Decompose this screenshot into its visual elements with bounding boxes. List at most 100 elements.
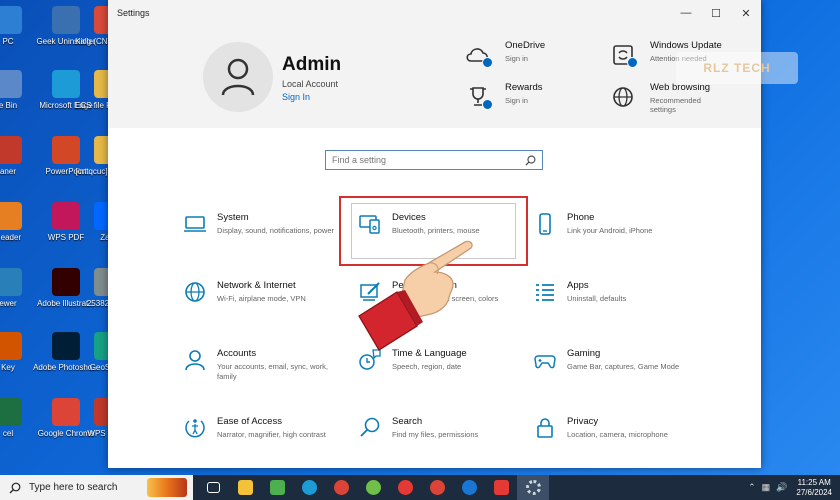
taskbar-app[interactable] (389, 475, 421, 500)
person-icon (185, 350, 205, 371)
lock-icon (537, 418, 553, 438)
coccoc-icon (365, 480, 381, 495)
tile-search[interactable]: Search Find my files, permissions (358, 416, 528, 476)
date-text: 27/6/2024 (796, 487, 832, 497)
sign-in-link[interactable]: Sign In (282, 92, 310, 102)
desktop-icon-label: ewer (0, 299, 17, 308)
desktop-icon-glyph (0, 202, 22, 230)
desktop-icon-label: WPS PDF (47, 233, 85, 242)
ease-of-access-icon (185, 419, 205, 438)
chevron-up-icon[interactable]: ⌃ (748, 482, 756, 493)
desktop-icon-glyph (0, 268, 22, 296)
maximize-button[interactable]: ☐ (701, 0, 731, 26)
taskbar-app[interactable] (325, 475, 357, 500)
tile-time-language[interactable]: Time & Language Speech, region, date (358, 348, 528, 408)
desktop-icon-label: Key (1, 363, 15, 372)
gamepad-icon (534, 355, 556, 369)
settings-header: Admin Local Account Sign In OneDrive Sign… (108, 26, 798, 128)
desktop-icon[interactable]: ewer (0, 268, 30, 308)
header-item-rewards[interactable]: Rewards Sign in (463, 82, 543, 112)
tile-title: Privacy (567, 416, 599, 427)
avatar (203, 42, 273, 112)
header-item-web-browsing[interactable]: Web browsing Recommended settings (608, 82, 720, 114)
chrome-icon (429, 480, 445, 495)
desktop-icon-label: PC (2, 37, 14, 46)
tile-privacy[interactable]: Privacy Location, camera, microphone (533, 416, 703, 476)
search-icon (525, 155, 536, 166)
window-title: Settings (117, 8, 150, 18)
taskbar-app[interactable] (293, 475, 325, 500)
tile-ease-of-access[interactable]: Ease of Access Narrator, magnifier, high … (183, 416, 353, 476)
task-view-icon (206, 482, 220, 493)
taskbar-app[interactable] (485, 475, 517, 500)
tile-description: Uninstall, defaults (567, 294, 627, 303)
taskbar-search[interactable]: Type here to search (0, 475, 193, 500)
tile-accounts[interactable]: Accounts Your accounts, email, sync, work… (183, 348, 353, 408)
pointing-hand-icon (358, 240, 473, 351)
taskbar-app[interactable] (197, 475, 229, 500)
laptop-icon (184, 216, 206, 232)
desktop-icon-glyph (52, 202, 80, 230)
desktop-icon-label: Reader (0, 233, 22, 242)
taskbar-app[interactable] (517, 475, 549, 500)
desktop-icon-glyph (52, 398, 80, 426)
search-box[interactable] (325, 150, 543, 170)
desktop-icon[interactable]: PC (0, 6, 30, 46)
tile-description: Speech, region, date (392, 362, 462, 371)
tile-phone[interactable]: Phone Link your Android, iPhone (533, 212, 703, 272)
desktop-icon-label: aner (0, 167, 16, 176)
taskbar-app[interactable] (229, 475, 261, 500)
clock[interactable]: 11:25 AM 27/6/2024 (796, 478, 832, 498)
close-button[interactable]: ✕ (731, 0, 761, 26)
desktop-icon-glyph (0, 70, 22, 98)
taskbar-app[interactable] (421, 475, 453, 500)
search-input[interactable] (332, 155, 512, 165)
desktop-icon[interactable]: Adobe Illustrat... (37, 268, 95, 308)
desktop-icon[interactable]: Adobe Photosho... (33, 332, 99, 372)
person-icon (221, 58, 255, 96)
desktop-icon[interactable]: cel (0, 398, 30, 438)
tile-description: Wi-Fi, airplane mode, VPN (217, 294, 306, 303)
settings-icon (525, 480, 541, 495)
desktop-icon[interactable]: Key (0, 332, 30, 372)
desktop-icon-glyph (52, 332, 80, 360)
tile-gaming[interactable]: Gaming Game Bar, captures, Game Mode (533, 348, 703, 408)
file-explorer-icon (237, 480, 253, 495)
store-icon (269, 480, 285, 495)
edge-icon (301, 480, 317, 495)
taskbar-app[interactable] (453, 475, 485, 500)
tile-title: Network & Internet (217, 280, 296, 291)
desktop-icon[interactable]: e Bin (0, 70, 30, 110)
globe-icon (613, 87, 633, 107)
minimize-button[interactable]: — (671, 0, 701, 26)
tile-description: Find my files, permissions (392, 430, 479, 439)
tile-title: Ease of Access (217, 416, 282, 427)
tile-apps[interactable]: Apps Uninstall, defaults (533, 280, 703, 340)
taskbar-app[interactable] (261, 475, 293, 500)
desktop-icon[interactable]: WPS PDF (44, 202, 88, 242)
search-highlight-image (147, 478, 187, 497)
tile-description: Game Bar, captures, Game Mode (567, 362, 680, 371)
tile-system[interactable]: System Display, sound, notifications, pow… (183, 212, 353, 272)
header-item-onedrive[interactable]: OneDrive Sign in (463, 40, 545, 70)
system-tray: ⌃ ▦ 🔊 11:25 AM 27/6/2024 (745, 475, 840, 500)
account-type: Local Account (282, 79, 339, 89)
desktop-icon-glyph (0, 398, 22, 426)
desktop-icon-glyph (52, 70, 80, 98)
tile-description: Narrator, magnifier, high contrast (217, 430, 326, 439)
network-icon[interactable]: ▦ (762, 482, 771, 493)
taskbar-app[interactable] (357, 475, 389, 500)
desktop-icon-glyph (0, 332, 22, 360)
tile-title: System (217, 212, 249, 223)
desktop-icon[interactable]: aner (0, 136, 30, 176)
desktop-icon[interactable]: Reader (0, 202, 30, 242)
taskbar-apps (197, 475, 549, 500)
tile-title: Accounts (217, 348, 257, 359)
tile-title: Apps (567, 280, 589, 291)
tile-network-internet[interactable]: Network & Internet Wi-Fi, airplane mode, … (183, 280, 353, 340)
watermark-logo: RLZ TECH (676, 52, 798, 84)
desktop-icon[interactable]: Google Chrome (38, 398, 94, 438)
title-bar[interactable]: Settings — ☐ ✕ (108, 0, 761, 26)
volume-icon[interactable]: 🔊 (776, 482, 787, 493)
opera-icon (397, 480, 413, 495)
